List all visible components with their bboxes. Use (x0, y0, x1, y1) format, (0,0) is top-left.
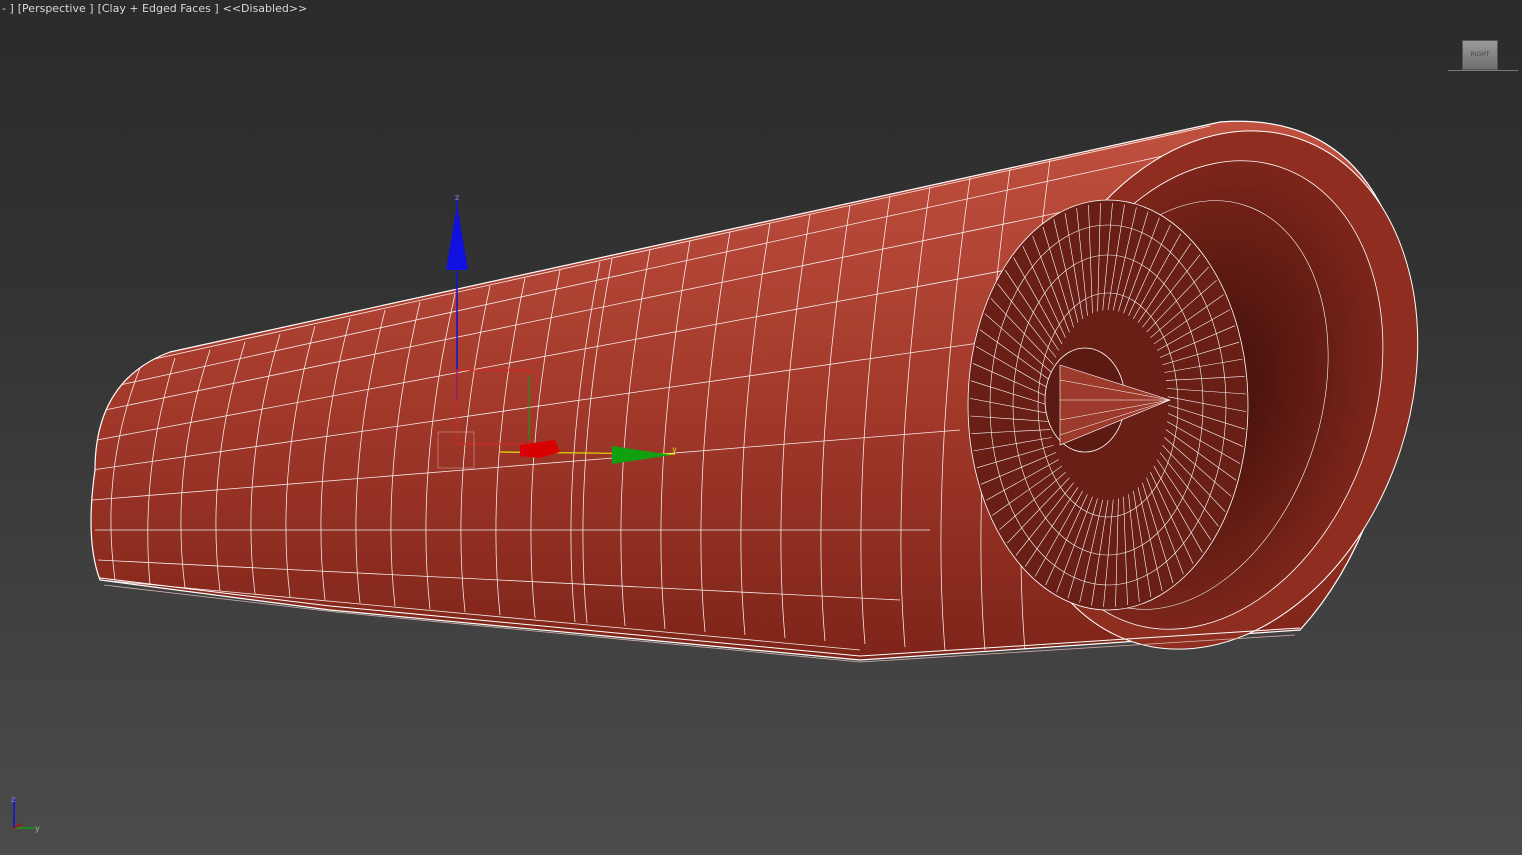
gizmo-z-arrow[interactable] (446, 205, 468, 270)
world-axis-tripod: z y (11, 795, 40, 833)
mini-axis-z-label: z (11, 795, 15, 804)
nacelle-model[interactable] (90, 78, 1482, 703)
viewport-scene[interactable]: z y (0, 0, 1522, 855)
mini-axis-y-label: y (35, 824, 40, 833)
gizmo-z-label: z (455, 193, 459, 202)
gizmo-y-label: y (672, 445, 677, 454)
